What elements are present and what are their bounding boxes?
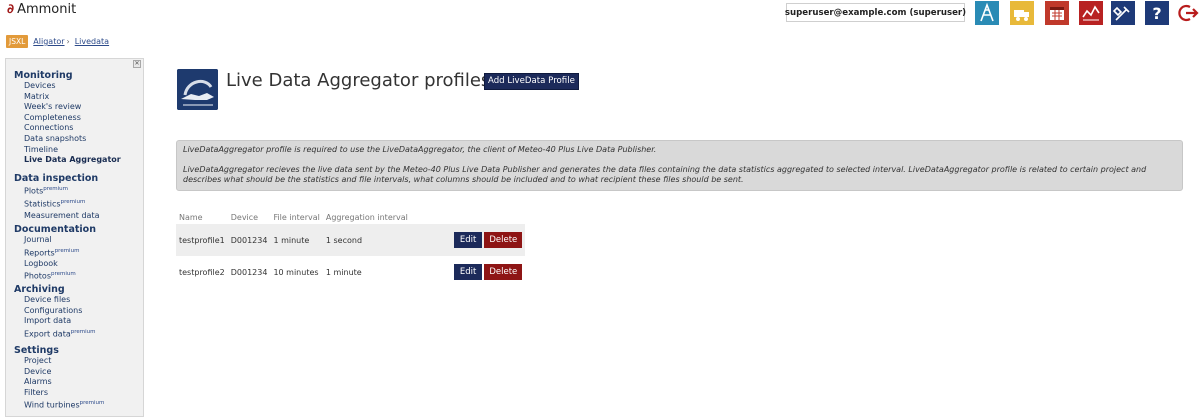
premium-tag: premium (51, 271, 76, 278)
sidebar-item-label: Export data (24, 329, 71, 339)
table-row: testprofile2 D001234 10 minutes 1 minute… (176, 256, 525, 288)
sidebar-item-live-data-aggregator[interactable]: Live Data Aggregator (24, 155, 121, 166)
logout-icon[interactable] (1176, 1, 1200, 25)
sidebar-item-label: Plots (24, 186, 44, 196)
premium-tag: premium (54, 247, 80, 254)
sidebar-heading: Data inspection (14, 173, 99, 184)
table-header-row: Name Device File interval Aggregation in… (176, 210, 525, 224)
ammonit-logo-icon: ∂ (7, 1, 15, 17)
sidebar-item-plots[interactable]: Plotspremium (24, 184, 99, 197)
column-header-name: Name (179, 212, 203, 222)
sidebar-item-device[interactable]: Device (24, 367, 104, 378)
sidebar-heading: Monitoring (14, 70, 73, 81)
sidebar-item-wind-turbines[interactable]: Wind turbinespremium (24, 398, 104, 411)
cell-name: testprofile1 (176, 224, 228, 256)
sidebar-item-label: Reports (24, 248, 55, 258)
svg-text:?: ? (1152, 4, 1161, 23)
page-title: Live Data Aggregator profiles (226, 70, 491, 91)
column-header-device: Device (230, 212, 259, 222)
breadcrumb-aligator[interactable]: Aligator (33, 37, 64, 46)
sidebar-item-import-data[interactable]: Import data (24, 316, 96, 327)
cell-name: testprofile2 (179, 267, 225, 277)
cell-device: D001234 (227, 224, 271, 256)
profiles-table: Name Device File interval Aggregation in… (176, 210, 526, 288)
premium-tag: premium (60, 199, 86, 206)
sidebar-item-configurations[interactable]: Configurations (24, 306, 96, 317)
calendar-icon[interactable] (1045, 1, 1069, 25)
project-badge[interactable]: JSXL (6, 35, 29, 48)
sidebar-item-reports[interactable]: Reportspremium (24, 246, 96, 259)
cell-aggregation-interval: 1 second (322, 224, 411, 256)
sidebar-section-archiving: Archiving Device files Configurations Im… (14, 284, 96, 340)
sidebar-item-alarms[interactable]: Alarms (24, 377, 104, 388)
sidebar-item-label: Photos (24, 272, 51, 282)
sidebar-heading: Documentation (14, 224, 96, 235)
sidebar-heading: Archiving (14, 284, 65, 295)
user-account-box[interactable]: superuser@example.com (superuser) (785, 3, 966, 22)
sidebar-item-connections[interactable]: Connections (24, 123, 121, 134)
sidebar: ✕ Monitoring Devices Matrix Week's revie… (5, 58, 144, 417)
breadcrumb-separator: › (66, 37, 70, 46)
sidebar-item-completeness[interactable]: Completeness (24, 113, 121, 124)
cell-actions: Edit Delete (410, 224, 526, 256)
sidebar-item-journal[interactable]: Journal (24, 235, 96, 246)
info-text: LiveDataAggregator profile is required t… (183, 145, 657, 154)
sidebar-item-label: Statistics (24, 199, 61, 209)
tools-icon[interactable] (1111, 1, 1135, 25)
sidebar-item-matrix[interactable]: Matrix (24, 92, 121, 103)
sidebar-item-statistics[interactable]: Statisticspremium (24, 197, 99, 210)
column-header-actions (411, 210, 525, 224)
sidebar-section-documentation: Documentation Journal Reportspremium Log… (14, 224, 96, 283)
sidebar-item-measurement-data[interactable]: Measurement data (24, 211, 99, 222)
sidebar-item-label: Wind turbines (24, 401, 80, 411)
sidebar-item-weeks-review[interactable]: Week's review (24, 102, 121, 113)
sidebar-item-export-data[interactable]: Export datapremium (24, 327, 96, 340)
sidebar-section-monitoring: Monitoring Devices Matrix Week's review … (14, 70, 121, 166)
breadcrumb: JSXL Aligator › Livedata (6, 35, 109, 48)
edit-button[interactable]: Edit (453, 232, 483, 248)
sidebar-item-data-snapshots[interactable]: Data snapshots (24, 134, 121, 145)
aligator-app-icon (177, 69, 218, 110)
edit-button[interactable]: Edit (453, 264, 483, 280)
sidebar-heading: Settings (14, 345, 59, 356)
truck-icon[interactable] (1010, 1, 1034, 25)
cell-file-interval: 10 minutes (273, 267, 319, 277)
help-icon[interactable]: ? (1145, 1, 1169, 25)
column-header-file-interval: File interval (273, 212, 320, 222)
premium-tag: premium (79, 400, 105, 407)
column-header-aggregation-interval: Aggregation interval (325, 212, 408, 222)
sidebar-item-photos[interactable]: Photospremium (24, 269, 96, 282)
delete-button[interactable]: Delete (484, 264, 523, 280)
cell-aggregation-interval: 1 minute (325, 267, 362, 277)
sidebar-item-project[interactable]: Project (24, 356, 104, 367)
cell-actions: Edit Delete (411, 256, 525, 288)
tower-icon[interactable] (975, 1, 999, 25)
breadcrumb-livedata[interactable]: Livedata (75, 37, 109, 46)
cell-device: D001234 (230, 267, 268, 277)
sidebar-section-settings: Settings Project Device Alarms Filters W… (14, 345, 104, 412)
sidebar-item-filters[interactable]: Filters (24, 388, 104, 399)
ammonit-logo[interactable]: ∂ Ammonit (7, 2, 76, 17)
add-livedata-profile-button[interactable]: Add LiveData Profile (484, 73, 579, 90)
info-text: LiveDataAggregator recieves the live dat… (183, 165, 1147, 184)
sidebar-item-device-files[interactable]: Device files (24, 295, 96, 306)
sidebar-item-logbook[interactable]: Logbook (24, 259, 96, 270)
info-panel: LiveDataAggregator profile is required t… (176, 140, 1183, 191)
table-row: testprofile1 D001234 1 minute 1 second E… (176, 224, 526, 256)
logo-text: Ammonit (17, 2, 77, 17)
chart-icon[interactable] (1079, 1, 1103, 25)
premium-tag: premium (70, 328, 96, 335)
sidebar-item-devices[interactable]: Devices (24, 81, 121, 92)
sidebar-item-timeline[interactable]: Timeline (24, 145, 121, 156)
delete-button[interactable]: Delete (484, 232, 523, 248)
sidebar-section-data-inspection: Data inspection Plotspremium Statisticsp… (14, 173, 99, 221)
sidebar-close-icon[interactable]: ✕ (133, 60, 141, 68)
premium-tag: premium (43, 186, 68, 192)
cell-file-interval: 1 minute (270, 224, 323, 256)
